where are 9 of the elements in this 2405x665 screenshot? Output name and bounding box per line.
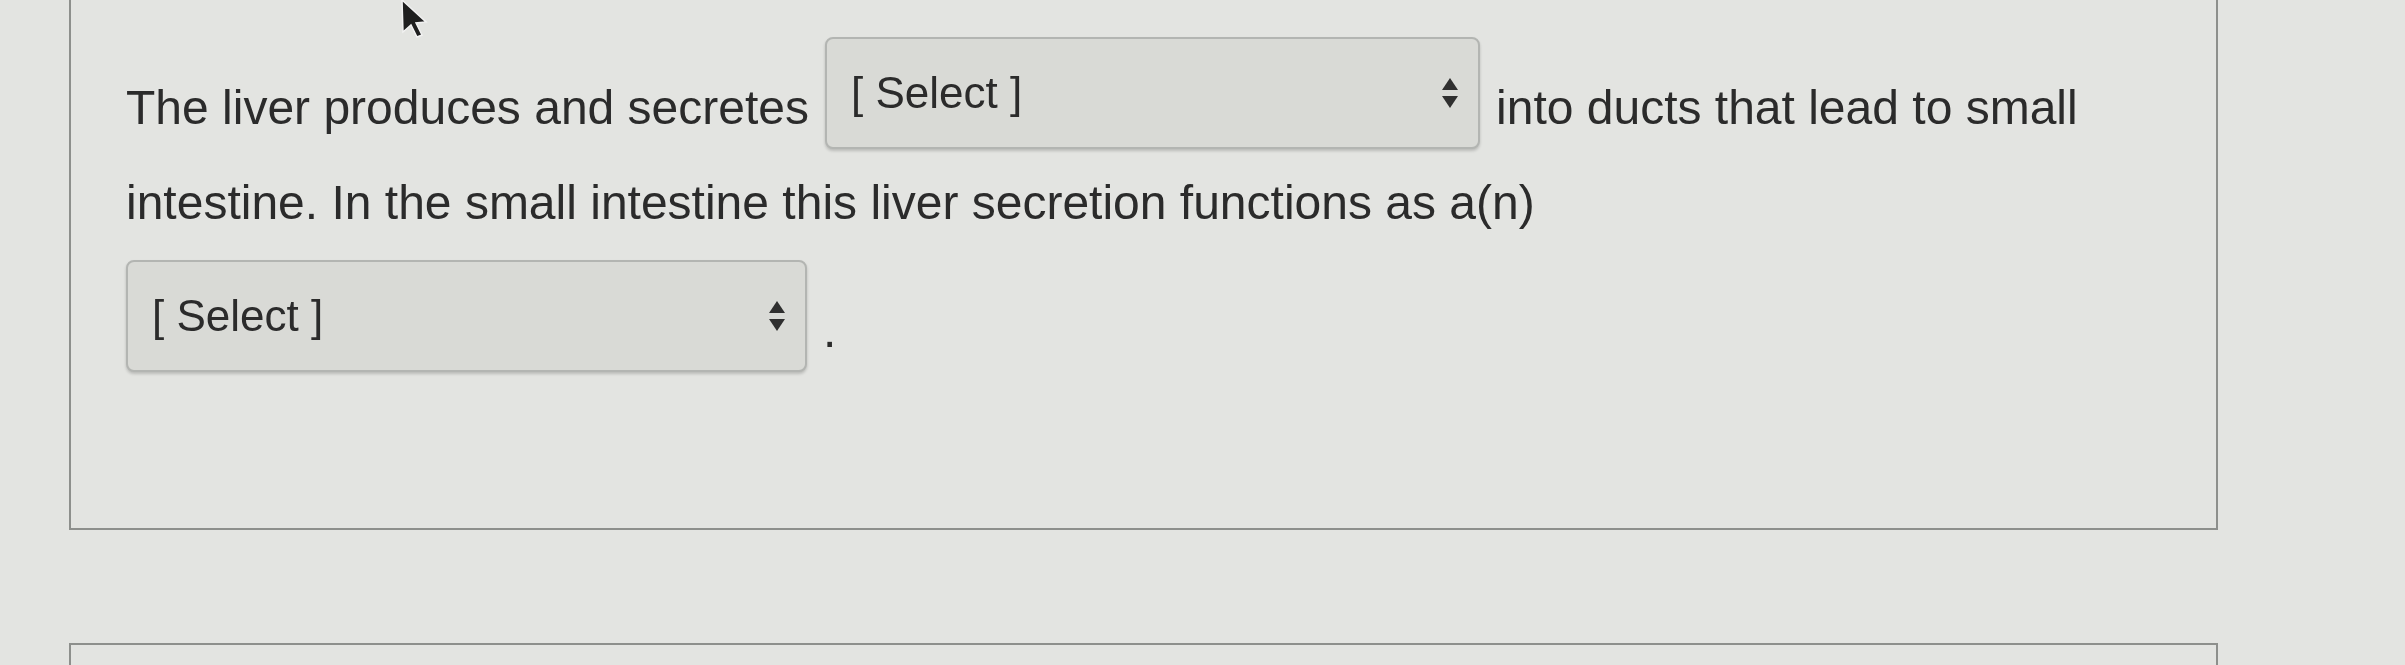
question-text: . [823, 307, 837, 355]
answer-select[interactable]: [ Select ] [825, 37, 1480, 149]
question-text: into ducts that lead to small [1496, 84, 2078, 132]
up-down-arrows-icon [1442, 78, 1458, 108]
answer-select[interactable]: [ Select ] [126, 260, 807, 372]
question-text: The liver produces and secretes [126, 84, 809, 132]
question-text: intestine. In the small intestine this liver secretion functions as a(n) [126, 179, 1535, 227]
up-down-arrows-icon [769, 301, 785, 331]
mouse-pointer-icon [400, 0, 428, 38]
